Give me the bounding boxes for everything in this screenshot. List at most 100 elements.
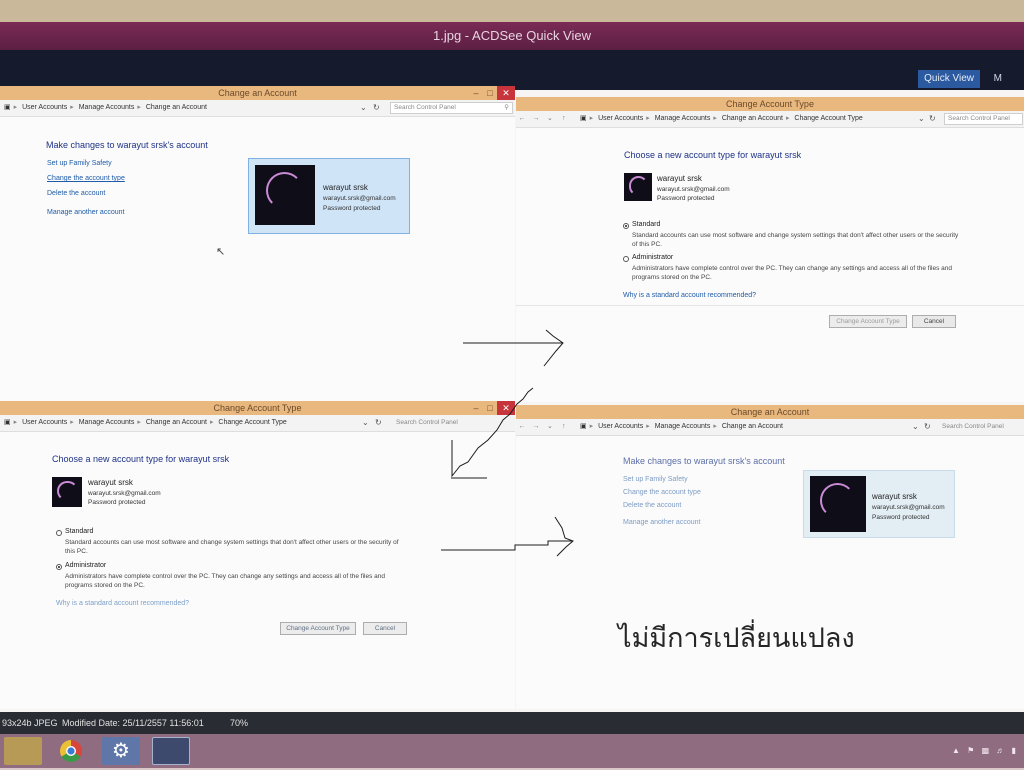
refresh-icon[interactable]: ↻ [373, 100, 380, 116]
breadcrumb-item[interactable]: User Accounts [598, 423, 643, 430]
up-icon[interactable]: ↑ [558, 419, 570, 435]
system-tray: ▲ ⚑ ▩ ♬ ▮ [947, 746, 1016, 755]
window-change-account-bottom-right: Change an Account ← → ⌄ ↑ ▣ ▸ User Accoun… [516, 405, 1024, 709]
quick-view-tab[interactable]: Quick View [918, 70, 980, 88]
network-icon[interactable]: ▩ [982, 746, 990, 755]
acdsee-icon[interactable] [152, 737, 190, 765]
change-account-type-link[interactable]: Change the account type [623, 489, 701, 496]
breadcrumb-item[interactable]: Manage Accounts [79, 104, 135, 111]
address-bar[interactable]: ▣ ▸ User Accounts ▸ Manage Accounts ▸ Chang… [0, 100, 515, 117]
change-account-type-button[interactable]: Change Account Type [280, 622, 356, 635]
administrator-radio[interactable] [56, 564, 62, 570]
file-info: 93x24b JPEG [2, 718, 58, 728]
file-explorer-icon[interactable] [4, 737, 42, 765]
breadcrumb-item[interactable]: Change Account Type [794, 115, 862, 122]
minimize-button[interactable]: – [469, 86, 483, 100]
settings-gear-icon[interactable]: ⚙ [102, 737, 140, 765]
forward-icon[interactable]: → [530, 419, 542, 435]
breadcrumb: ▣ ▸ User Accounts ▸ Manage Accounts ▸ Chang… [580, 115, 863, 122]
back-icon[interactable]: ← [516, 111, 528, 127]
more-tab[interactable]: M [994, 70, 1002, 88]
change-account-type-link[interactable]: Change the account type [47, 175, 125, 182]
standard-radio[interactable] [56, 530, 62, 536]
modified-date: Modified Date: 25/11/2557 11:56:01 [62, 718, 204, 728]
breadcrumb-item[interactable]: Change an Account [722, 115, 783, 122]
refresh-icon[interactable]: ↻ [924, 419, 931, 435]
window-title: Change Account Type [213, 403, 302, 413]
account-name: warayut srsk [657, 174, 702, 183]
status-bar: 93x24b JPEG Modified Date: 25/11/2557 11… [0, 712, 1024, 734]
administrator-description: Administrators have complete control ove… [632, 265, 952, 281]
change-account-type-button[interactable]: Change Account Type [829, 315, 907, 328]
set-up-family-safety-link[interactable]: Set up Family Safety [623, 476, 688, 483]
recent-pages-icon[interactable]: ⌄ [544, 419, 556, 435]
administrator-label: Administrator [632, 254, 674, 261]
breadcrumb-item[interactable]: Change an Account [146, 104, 207, 111]
breadcrumb-item[interactable]: Change Account Type [218, 419, 286, 426]
administrator-radio[interactable] [623, 256, 629, 262]
breadcrumb-item[interactable]: Manage Accounts [655, 115, 711, 122]
maximize-button[interactable]: □ [483, 86, 497, 100]
page-heading: Choose a new account type for warayut sr… [624, 150, 802, 160]
recent-pages-icon[interactable]: ⌄ [544, 111, 556, 127]
cancel-button[interactable]: Cancel [912, 315, 956, 328]
chrome-logo [60, 740, 82, 762]
breadcrumb-item[interactable]: User Accounts [598, 115, 643, 122]
cancel-button[interactable]: Cancel [363, 622, 407, 635]
dropdown-chevron-icon[interactable]: ⌄ [362, 415, 369, 431]
breadcrumb: ▣ ▸ User Accounts ▸ Manage Accounts ▸ Chang… [4, 419, 287, 426]
why-standard-account-link[interactable]: Why is a standard account recommended? [56, 600, 189, 607]
address-bar[interactable]: ← → ⌄ ↑ ▣ ▸ User Accounts ▸ Manage Account… [516, 111, 1024, 128]
close-button[interactable]: ✕ [497, 401, 515, 415]
manage-another-account-link[interactable]: Manage another account [623, 519, 700, 526]
flag-icon[interactable]: ⚑ [967, 746, 974, 755]
volume-icon[interactable]: ♬ [996, 746, 1004, 755]
delete-account-link[interactable]: Delete the account [623, 502, 681, 509]
avatar [624, 173, 652, 201]
window-title: Change Account Type [726, 99, 814, 109]
why-standard-account-link[interactable]: Why is a standard account recommended? [623, 292, 756, 299]
control-panel-icon: ▣ [580, 423, 587, 430]
breadcrumb-item[interactable]: Change an Account [146, 419, 207, 426]
refresh-icon[interactable]: ↻ [929, 111, 936, 127]
set-up-family-safety-link[interactable]: Set up Family Safety [47, 160, 112, 167]
window-title-bar: Change an Account [516, 405, 1024, 419]
account-card[interactable]: warayut srsk warayut.srsk@gmail.com Pass… [248, 158, 410, 234]
dropdown-chevron-icon[interactable]: ⌄ [918, 111, 925, 127]
search-icon: ⚲ [504, 104, 509, 111]
breadcrumb-item[interactable]: Manage Accounts [655, 423, 711, 430]
address-bar[interactable]: ▣ ▸ User Accounts ▸ Manage Accounts ▸ Chang… [0, 415, 515, 432]
account-status: Password protected [872, 514, 930, 521]
account-card[interactable]: warayut srsk warayut.srsk@gmail.com Pass… [803, 470, 955, 538]
up-icon[interactable]: ↑ [558, 111, 570, 127]
breadcrumb-item[interactable]: User Accounts [22, 419, 67, 426]
breadcrumb-item[interactable]: Manage Accounts [79, 419, 135, 426]
breadcrumb-item[interactable]: User Accounts [22, 104, 67, 111]
standard-radio[interactable] [623, 223, 629, 229]
chrome-icon[interactable] [52, 737, 90, 765]
dropdown-chevron-icon[interactable]: ⌄ [912, 419, 919, 435]
account-status: Password protected [657, 195, 715, 202]
window-change-account-top-left: Change an Account – □ ✕ ▣ ▸ User Accounts… [0, 86, 515, 401]
delete-account-link[interactable]: Delete the account [47, 190, 105, 197]
manage-another-account-link[interactable]: Manage another account [47, 209, 124, 216]
search-input[interactable]: Search Control Panel [944, 113, 1023, 125]
back-icon[interactable]: ← [516, 419, 528, 435]
refresh-icon[interactable]: ↻ [375, 415, 382, 431]
forward-icon[interactable]: → [530, 111, 542, 127]
search-input[interactable]: Search Control Panel [392, 417, 469, 429]
account-email: warayut.srsk@gmail.com [872, 504, 945, 511]
avatar [52, 477, 82, 507]
divider [516, 305, 1024, 306]
breadcrumb-item[interactable]: Change an Account [722, 423, 783, 430]
close-button[interactable]: ✕ [497, 86, 515, 100]
search-input[interactable]: Search Control Panel [938, 421, 1021, 433]
search-placeholder: Search Control Panel [394, 104, 456, 111]
maximize-button[interactable]: □ [483, 401, 497, 415]
search-input[interactable]: Search Control Panel ⚲ [390, 102, 513, 114]
dropdown-chevron-icon[interactable]: ⌄ [360, 100, 367, 116]
battery-icon[interactable]: ▮ [1012, 746, 1016, 755]
minimize-button[interactable]: – [469, 401, 483, 415]
show-hidden-icons-icon[interactable]: ▲ [952, 746, 960, 755]
address-bar[interactable]: ← → ⌄ ↑ ▣ ▸ User Accounts ▸ Manage Account… [516, 419, 1024, 436]
